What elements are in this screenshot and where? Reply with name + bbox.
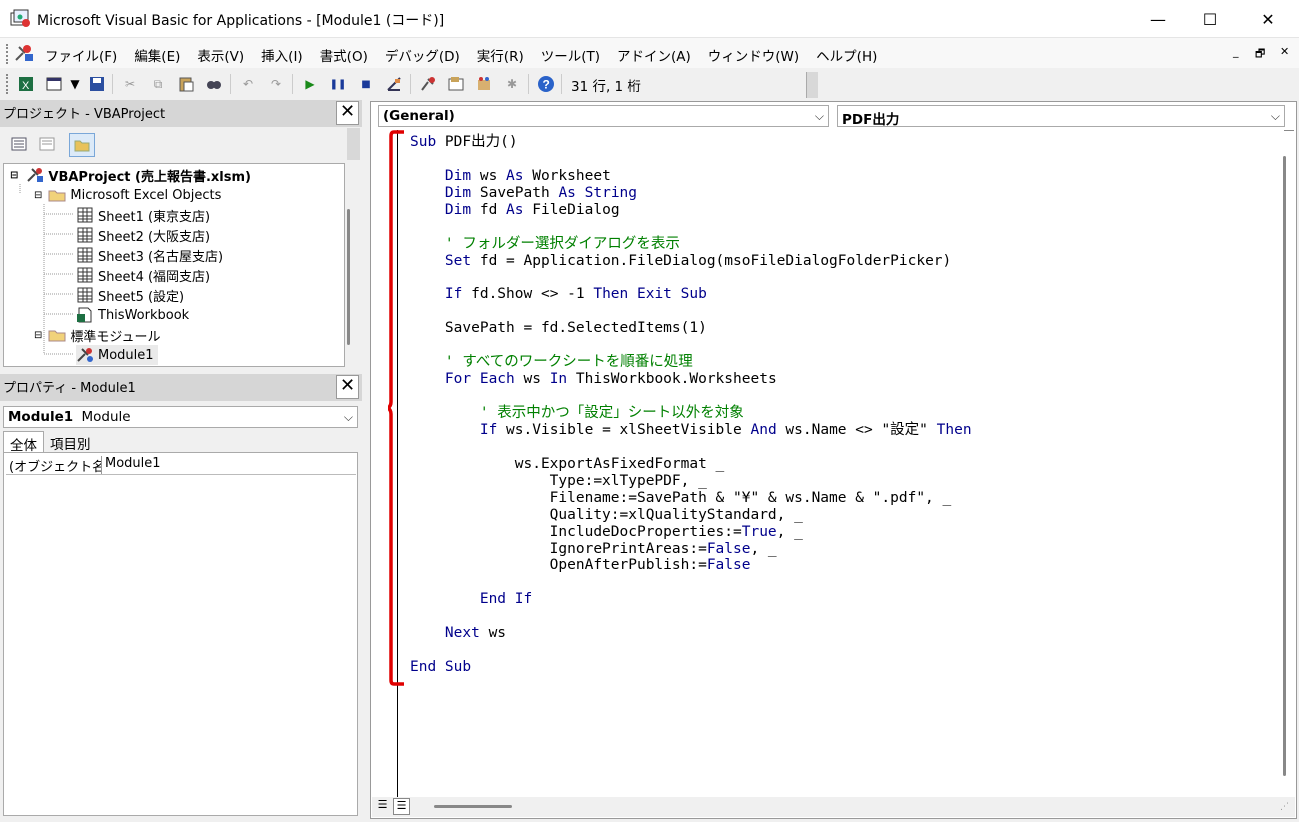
tab-alphabetic[interactable]: 全体	[3, 431, 44, 454]
object-combo-value: (General)	[383, 108, 455, 124]
save-icon[interactable]	[88, 75, 106, 93]
menu-bar: ファイル(F) 編集(E) 表示(V) 挿入(I) 書式(O) デバッグ(D) …	[0, 38, 1299, 68]
mdi-close-button[interactable]: ✕	[1280, 45, 1289, 58]
object-type: Module	[81, 409, 131, 425]
menu-help[interactable]: ヘルプ(H)	[816, 45, 877, 65]
menu-view[interactable]: 表示(V)	[197, 45, 244, 65]
paste-icon[interactable]	[177, 75, 195, 93]
toggle-folders-icon[interactable]	[69, 133, 95, 157]
properties-object-select[interactable]: Module1 Module ⌵	[3, 406, 358, 428]
code-vertical-scrollbar[interactable]	[1278, 128, 1295, 798]
menu-window[interactable]: ウィンドウ(W)	[708, 45, 799, 65]
standard-toolbar: X ▼ ✂ ⧉ ↶ ↷ ▶ ❚❚ ■ ✱ ? 31 行, 1 桁	[0, 68, 1299, 100]
mdi-minimize-button[interactable]: _	[1233, 45, 1239, 58]
view-code-icon[interactable]	[10, 135, 28, 153]
maximize-button[interactable]: ☐	[1184, 0, 1236, 38]
vba-menu-icon[interactable]	[13, 43, 35, 63]
project-tree-scrollbar[interactable]	[345, 163, 359, 367]
project-explorer-icon[interactable]	[419, 75, 437, 93]
reset-icon[interactable]: ■	[357, 75, 375, 93]
dropdown-arrow-icon[interactable]: ▼	[66, 75, 84, 93]
window-title: Microsoft Visual Basic for Applications …	[37, 13, 445, 29]
property-name: (オブジェクト名)	[6, 456, 102, 474]
chevron-down-icon: ⌵	[343, 410, 353, 424]
menu-grip[interactable]	[6, 44, 10, 64]
project-toolbar	[0, 128, 362, 160]
design-mode-icon[interactable]	[385, 75, 403, 93]
code-bottom-bar: ☰ ☰ ⋰	[372, 797, 1295, 817]
svg-text:X: X	[22, 80, 30, 92]
cut-icon[interactable]: ✂	[121, 75, 139, 93]
menu-addins[interactable]: アドイン(A)	[617, 45, 691, 65]
properties-window-icon[interactable]	[447, 75, 465, 93]
code-editor[interactable]: Sub PDF出力() Dim ws As Worksheet Dim Save…	[397, 130, 1280, 798]
menu-tools[interactable]: ツール(T)	[541, 45, 600, 65]
tree-connector-lines	[19, 184, 74, 355]
project-panel-header: プロジェクト - VBAProject ✕	[0, 100, 362, 127]
project-panel-close-button[interactable]: ✕	[336, 101, 359, 125]
properties-panel-close-button[interactable]: ✕	[336, 375, 359, 399]
title-bar: Microsoft Visual Basic for Applications …	[0, 0, 1299, 38]
menu-file[interactable]: ファイル(F)	[45, 45, 117, 65]
highlight-bracket	[388, 130, 404, 686]
help-icon[interactable]: ?	[537, 75, 555, 93]
menu-items: ファイル(F) 編集(E) 表示(V) 挿入(I) 書式(O) デバッグ(D) …	[45, 45, 894, 65]
break-icon[interactable]: ❚❚	[329, 75, 347, 93]
vba-app-icon	[10, 9, 30, 27]
properties-grid: (オブジェクト名) Module1	[3, 452, 358, 816]
object-combo[interactable]: (General) ⌵	[378, 105, 829, 127]
resize-grip-icon[interactable]: ⋰	[1280, 802, 1289, 812]
properties-panel-title: プロパティ - Module1	[3, 381, 136, 396]
properties-panel-header: プロパティ - Module1 ✕	[0, 374, 362, 401]
svg-text:?: ?	[543, 78, 550, 92]
code-window: (General) ⌵ PDF出力 ⌵ Sub PDF出力() Dim ws A…	[370, 101, 1297, 819]
properties-tabs: 全体 項目別	[3, 431, 97, 454]
cursor-position-readout: 31 行, 1 桁	[563, 72, 807, 96]
property-row[interactable]: (オブジェクト名) Module1	[6, 456, 356, 475]
excel-view-icon[interactable]: X	[17, 75, 35, 93]
property-value[interactable]: Module1	[102, 456, 161, 474]
chevron-down-icon: ⌵	[1270, 109, 1280, 123]
menu-insert[interactable]: 挿入(I)	[261, 45, 303, 65]
procedure-combo-value: PDF出力	[842, 112, 900, 127]
chevron-down-icon: ⌵	[814, 109, 824, 123]
undo-icon[interactable]: ↶	[239, 75, 257, 93]
tab-categorized[interactable]: 項目別	[44, 431, 97, 453]
menu-format[interactable]: 書式(O)	[320, 45, 368, 65]
toolbar-grip[interactable]	[6, 74, 10, 94]
find-icon[interactable]	[205, 75, 223, 93]
menu-run[interactable]: 実行(R)	[477, 45, 524, 65]
run-icon[interactable]: ▶	[301, 75, 319, 93]
menu-debug[interactable]: デバッグ(D)	[385, 45, 460, 65]
full-module-view-icon[interactable]: ☰	[393, 798, 410, 815]
object-name: Module1	[8, 409, 74, 425]
toolbox-icon[interactable]: ✱	[503, 75, 521, 93]
procedure-view-icon[interactable]: ☰	[375, 798, 390, 814]
code-text[interactable]: Sub PDF出力() Dim ws As Worksheet Dim Save…	[410, 134, 972, 676]
toolbar-overflow-button[interactable]	[806, 72, 818, 98]
code-horizontal-scrollbar[interactable]	[434, 805, 512, 808]
copy-icon[interactable]: ⧉	[149, 75, 167, 93]
close-button[interactable]: ✕	[1242, 0, 1294, 38]
view-object-icon[interactable]	[38, 135, 56, 153]
project-panel-title: プロジェクト - VBAProject	[3, 107, 166, 122]
procedure-combo[interactable]: PDF出力 ⌵	[837, 105, 1285, 127]
minimize-button[interactable]: —	[1132, 0, 1184, 38]
object-browser-icon[interactable]	[475, 75, 493, 93]
project-tree: ⊟ VBAProject (売上報告書.xlsm) ⊟ Microsoft Ex…	[3, 163, 345, 367]
redo-icon[interactable]: ↷	[267, 75, 285, 93]
mdi-restore-button[interactable]: 🗗	[1255, 45, 1265, 64]
insert-userform-icon[interactable]	[45, 75, 63, 93]
menu-edit[interactable]: 編集(E)	[134, 45, 180, 65]
project-toolbar-overflow[interactable]	[347, 128, 360, 160]
